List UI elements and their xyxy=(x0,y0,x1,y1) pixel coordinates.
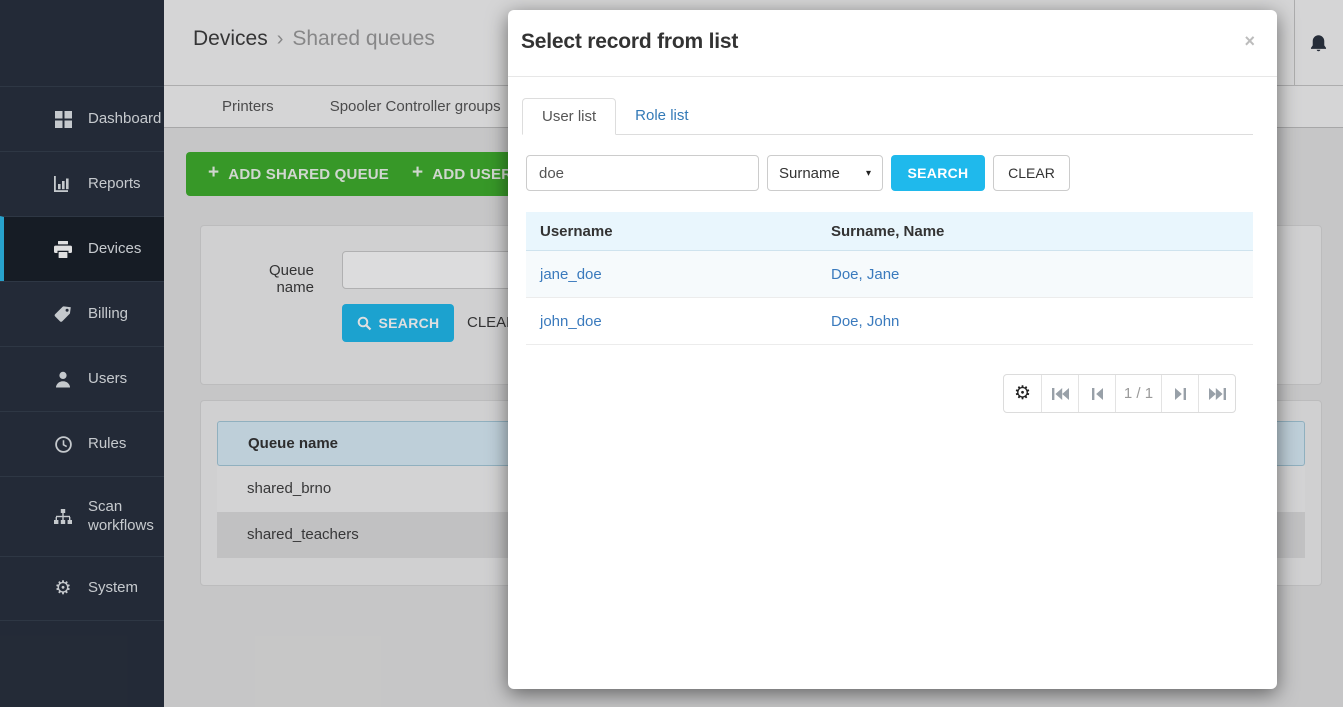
gear-icon: ⚙ xyxy=(1014,384,1031,403)
tab-user-list[interactable]: User list xyxy=(522,98,616,135)
prev-page-button[interactable] xyxy=(1078,375,1115,412)
close-icon[interactable]: × xyxy=(1244,32,1255,50)
page-indicator: 1 / 1 xyxy=(1115,375,1161,412)
username-link[interactable]: jane_doe xyxy=(540,266,602,283)
modal-tabs: User list Role list xyxy=(522,98,1253,135)
first-page-button[interactable] xyxy=(1041,375,1078,412)
select-record-modal: Select record from list × User list Role… xyxy=(508,10,1277,689)
column-header-username: Username xyxy=(526,223,831,240)
last-page-button[interactable] xyxy=(1198,375,1235,412)
first-page-icon xyxy=(1052,388,1069,400)
modal-clear-button[interactable]: CLEAR xyxy=(993,155,1070,191)
modal-search-row: Surname ▾ SEARCH CLEAR xyxy=(526,155,1253,191)
caret-down-icon: ▾ xyxy=(866,168,871,179)
search-field-value: Surname xyxy=(779,165,840,182)
table-row[interactable]: john_doe Doe, John xyxy=(526,298,1253,345)
fullname-link[interactable]: Doe, John xyxy=(831,313,899,330)
last-page-icon xyxy=(1209,388,1226,400)
user-search-input[interactable] xyxy=(526,155,759,191)
modal-search-button[interactable]: SEARCH xyxy=(891,155,985,191)
next-page-button[interactable] xyxy=(1161,375,1198,412)
modal-header: Select record from list × xyxy=(508,10,1277,77)
fullname-link[interactable]: Doe, Jane xyxy=(831,266,899,283)
column-header-surname-name: Surname, Name xyxy=(831,223,1253,240)
pagination: ⚙ 1 / 1 xyxy=(508,374,1236,413)
user-list-table: Username Surname, Name jane_doe Doe, Jan… xyxy=(526,212,1253,345)
prev-page-icon xyxy=(1092,388,1103,400)
search-field-select[interactable]: Surname ▾ xyxy=(767,155,883,191)
tab-role-list[interactable]: Role list xyxy=(616,98,707,135)
table-settings-button[interactable]: ⚙ xyxy=(1004,375,1041,412)
table-row[interactable]: jane_doe Doe, Jane xyxy=(526,251,1253,298)
next-page-icon xyxy=(1175,388,1186,400)
username-link[interactable]: john_doe xyxy=(540,313,602,330)
modal-title: Select record from list xyxy=(521,30,738,54)
user-table-header-row: Username Surname, Name xyxy=(526,212,1253,251)
pagination-group: ⚙ 1 / 1 xyxy=(1003,374,1236,413)
